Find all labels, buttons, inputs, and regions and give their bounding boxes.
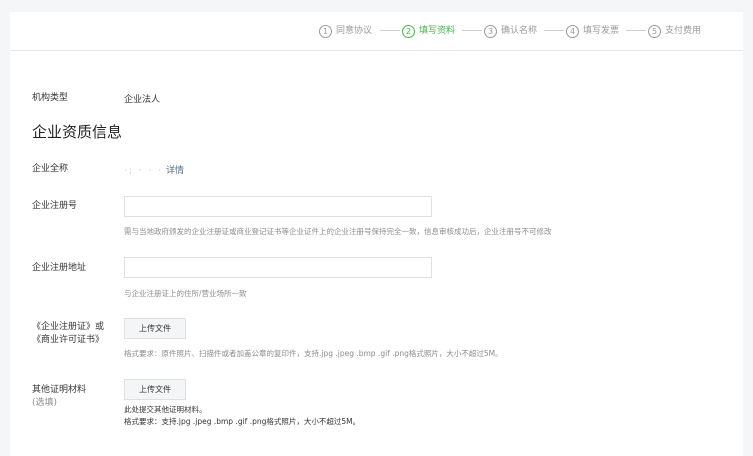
reg-address-label: 企业注册地址 [32, 263, 87, 273]
step-number: 1 [319, 25, 332, 38]
step-label: 同意协议 [336, 26, 373, 36]
step-pay: 5 支付费用 [648, 23, 701, 38]
org-type-label: 机构类型 [32, 93, 69, 103]
step-confirm-name: 3 确认名称 [484, 23, 537, 38]
license-label-line2: 《商业许可证书》 [32, 335, 105, 345]
step-label: 填写资料 [419, 26, 456, 36]
step-separator [544, 30, 564, 31]
upload-license-button[interactable]: 上传文件 [124, 318, 186, 339]
form-panel: 1 同意协议 2 填写资料 3 确认名称 4 填写发票 5 支付费用 机构类型 企业法人 … [10, 12, 743, 456]
step-fill-invoice: 4 填写发票 [566, 23, 619, 38]
other-docs-label: 其他证明材料 (选填) [32, 384, 86, 410]
other-docs-hint1: 此处提交其他证明材料。 [124, 405, 207, 414]
license-label: 《企业注册证》或 《商业许可证书》 [32, 321, 104, 347]
progress-steps: 1 同意协议 2 填写资料 3 确认名称 4 填写发票 5 支付费用 [10, 12, 743, 51]
company-name-masked: ·; · · · [124, 166, 164, 176]
reg-number-label: 企业注册号 [32, 201, 78, 211]
step-fill-info: 2 填写资料 [402, 23, 455, 38]
other-docs-optional: (选填) [32, 398, 58, 408]
license-label-line1: 《企业注册证》或 [32, 322, 105, 332]
reg-number-hint: 需与当地政府颁发的企业注册证或商业登记证书等企业证件上的企业注册号保持完全一致，… [124, 227, 552, 236]
reg-number-input[interactable] [124, 196, 432, 217]
step-number: 5 [648, 25, 661, 38]
company-name-value: ·; · · · 详情 [124, 163, 184, 176]
step-separator [380, 30, 400, 31]
step-label: 支付费用 [665, 26, 702, 36]
step-number: 2 [402, 25, 415, 38]
section-title: 企业资质信息 [32, 123, 123, 141]
step-label: 填写发票 [583, 26, 620, 36]
step-agree: 1 同意协议 [319, 23, 372, 38]
company-name-label: 企业全称 [32, 164, 69, 174]
other-docs-label-text: 其他证明材料 [32, 385, 87, 395]
step-number: 3 [484, 25, 497, 38]
step-label: 确认名称 [501, 26, 538, 36]
company-detail-link[interactable]: 详情 [166, 166, 184, 176]
org-type-value: 企业法人 [124, 95, 161, 105]
reg-address-input[interactable] [124, 257, 432, 278]
step-separator [462, 30, 482, 31]
step-separator [626, 30, 646, 31]
other-docs-hint2: 格式要求：支持.jpg .jpeg .bmp .gif .png格式照片，大小不… [124, 417, 361, 426]
license-hint: 格式要求：原件照片、扫描件或者加盖公章的复印件，支持.jpg .jpeg .bm… [124, 349, 503, 358]
step-number: 4 [566, 25, 579, 38]
upload-other-docs-button[interactable]: 上传文件 [124, 379, 186, 400]
reg-address-hint: 与企业注册证上的住所/营业场所一致 [124, 289, 247, 298]
